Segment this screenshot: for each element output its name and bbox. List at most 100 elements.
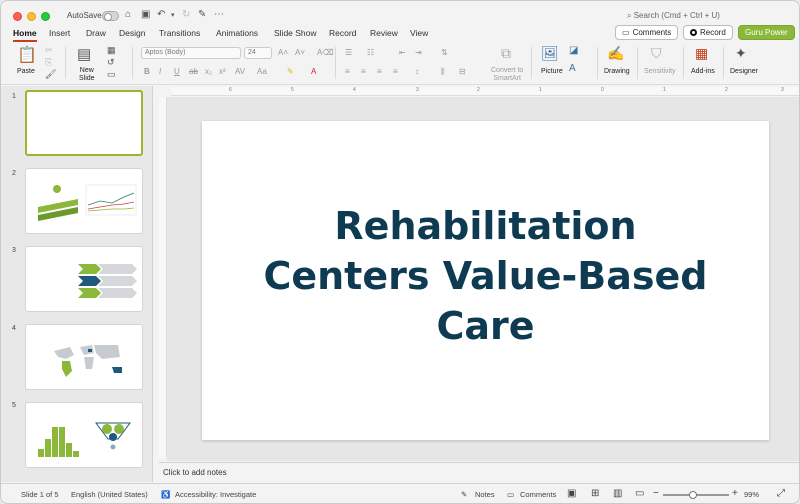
align-text-icon[interactable]: ⊟ <box>459 67 466 76</box>
slide-thumbnail-5[interactable] <box>25 402 143 468</box>
ruler-mark: 2 <box>725 87 728 93</box>
current-slide[interactable]: Rehabilitation Centers Value-Based Care <box>202 121 769 440</box>
slide-show-icon[interactable]: ▭ <box>635 488 644 499</box>
clear-formatting-icon[interactable]: A⌫ <box>317 48 334 57</box>
divider <box>597 47 598 79</box>
drawing-icon[interactable]: ✍ <box>607 45 624 62</box>
smartart-icon[interactable]: ⧉ <box>501 45 511 62</box>
line-spacing-icon[interactable]: ↕ <box>415 67 419 76</box>
bullets-icon[interactable]: ☰ <box>345 48 352 57</box>
search-field[interactable]: ⌕ Search (Cmd + Ctrl + U) <box>627 11 720 21</box>
numbering-icon[interactable]: ☷ <box>367 48 374 57</box>
zoom-in-icon[interactable]: + <box>732 488 738 499</box>
change-case-icon[interactable]: Aa <box>257 67 267 76</box>
tab-record[interactable]: Record <box>329 28 356 38</box>
align-right-icon[interactable]: ≡ <box>377 67 382 76</box>
tab-home[interactable]: Home <box>13 28 37 42</box>
text-box-icon[interactable]: A <box>569 63 576 74</box>
zoom-out-icon[interactable]: − <box>653 488 659 499</box>
layout-icon[interactable]: ▦ <box>107 45 116 56</box>
undo-icon[interactable]: ↶ <box>157 9 165 20</box>
align-left-icon[interactable]: ≡ <box>345 67 350 76</box>
increase-indent-icon[interactable]: ⇥ <box>415 48 422 57</box>
underline-icon[interactable]: U <box>174 67 180 76</box>
increase-font-icon[interactable]: A˄ <box>278 48 288 57</box>
bold-icon[interactable]: B <box>144 67 150 76</box>
guru-power-button[interactable]: Guru Power <box>738 25 795 40</box>
slide-title[interactable]: Rehabilitation Centers Value-Based Care <box>202 201 769 351</box>
designer-icon[interactable]: ✦ <box>735 45 747 62</box>
tab-insert[interactable]: Insert <box>49 28 70 38</box>
notes-toggle[interactable]: Notes <box>475 490 495 499</box>
slide-thumbnail-4[interactable] <box>25 324 143 390</box>
comments-button[interactable]: ▭ Comments <box>615 25 679 40</box>
format-painter-icon[interactable]: ✎ <box>198 9 206 20</box>
more-icon[interactable]: ⋯ <box>214 9 224 20</box>
title-bar: AutoSave ⌂ ▣ ↶ ▾ ↻ ✎ ⋯ ⌕ Search (Cmd + C… <box>1 1 799 23</box>
italic-icon[interactable]: I <box>159 67 161 76</box>
subscript-icon[interactable]: x₂ <box>205 67 212 76</box>
comment-icon: ▭ <box>622 28 630 37</box>
zoom-level[interactable]: 99% <box>744 490 759 499</box>
tab-review[interactable]: Review <box>370 28 398 38</box>
format-brush-icon[interactable]: 🖌 <box>45 69 56 80</box>
strikethrough-icon[interactable]: ab <box>189 67 198 76</box>
autosave-toggle[interactable] <box>102 11 119 21</box>
zoom-slider-handle[interactable] <box>689 491 697 499</box>
paste-icon[interactable]: 📋 <box>17 45 37 65</box>
horizontal-ruler: 6 5 4 3 2 1 0 1 2 3 <box>171 87 799 96</box>
tab-animations[interactable]: Animations <box>216 28 258 38</box>
save-icon[interactable]: ▣ <box>141 9 150 20</box>
slide-sorter-icon[interactable]: ⊞ <box>591 488 599 499</box>
justify-icon[interactable]: ≡ <box>393 67 398 76</box>
columns-icon[interactable]: ⫼ <box>441 67 445 77</box>
copy-icon[interactable]: ⎘ <box>45 57 52 68</box>
tab-draw[interactable]: Draw <box>86 28 106 38</box>
tab-view[interactable]: View <box>410 28 428 38</box>
font-color-icon[interactable]: A <box>311 67 316 76</box>
notes-pane[interactable]: Click to add notes <box>159 462 799 482</box>
close-window-button[interactable] <box>13 12 22 21</box>
divider <box>132 47 133 79</box>
fit-to-window-icon[interactable]: ⤢ <box>777 488 785 499</box>
undo-dropdown-icon[interactable]: ▾ <box>171 11 175 19</box>
new-slide-icon[interactable]: ▤ <box>77 45 91 63</box>
slide-thumbnails-pane: 1 2 3 4 5 <box>1 86 153 482</box>
record-button[interactable]: Record <box>683 25 733 40</box>
picture-icon[interactable]: 🖼 <box>541 45 559 62</box>
slide-counter: Slide 1 of 5 <box>21 490 59 499</box>
minimize-window-button[interactable] <box>27 12 36 21</box>
accessibility-status[interactable]: Accessibility: Investigate <box>175 490 256 499</box>
text-direction-icon[interactable]: ⇅ <box>441 48 448 57</box>
section-icon[interactable]: ▭ <box>107 69 116 80</box>
tab-transitions[interactable]: Transitions <box>159 28 200 38</box>
comments-toggle[interactable]: Comments <box>520 490 556 499</box>
decrease-indent-icon[interactable]: ⇤ <box>399 48 406 57</box>
tab-design[interactable]: Design <box>119 28 145 38</box>
language-indicator[interactable]: English (United States) <box>71 490 148 499</box>
superscript-icon[interactable]: x² <box>219 67 226 76</box>
reading-view-icon[interactable]: ▥ <box>613 488 622 499</box>
highlight-icon[interactable]: ✎ <box>287 67 294 76</box>
normal-view-icon[interactable]: ▣ <box>567 488 576 499</box>
decrease-font-icon[interactable]: A˅ <box>295 48 305 57</box>
slide-thumbnail-2[interactable] <box>25 168 143 234</box>
picture-label: Picture <box>541 68 563 75</box>
align-center-icon[interactable]: ≡ <box>361 67 366 76</box>
font-name-select[interactable]: Aptos (Body) <box>141 47 241 59</box>
redo-icon[interactable]: ↻ <box>182 9 190 20</box>
cut-icon[interactable]: ✂ <box>45 45 53 56</box>
add-ins-icon[interactable]: ▦ <box>695 45 708 62</box>
tab-slide-show[interactable]: Slide Show <box>274 28 317 38</box>
slide-thumbnail-3[interactable] <box>25 246 143 312</box>
shapes-icon[interactable]: ◪ <box>569 45 578 56</box>
reset-icon[interactable]: ↺ <box>107 57 115 68</box>
font-size-select[interactable]: 24 <box>244 47 272 59</box>
ribbon-home: 📋 Paste ✂ ⎘ 🖌 ▤ New Slide ▦ ↺ ▭ Aptos (B… <box>1 43 799 85</box>
character-spacing-icon[interactable]: AV <box>235 67 245 76</box>
slide-thumbnail-1[interactable] <box>25 90 143 156</box>
maximize-window-button[interactable] <box>41 12 50 21</box>
paste-label: Paste <box>17 68 35 75</box>
sensitivity-icon[interactable]: ⛉ <box>651 45 662 62</box>
home-icon[interactable]: ⌂ <box>125 9 131 20</box>
